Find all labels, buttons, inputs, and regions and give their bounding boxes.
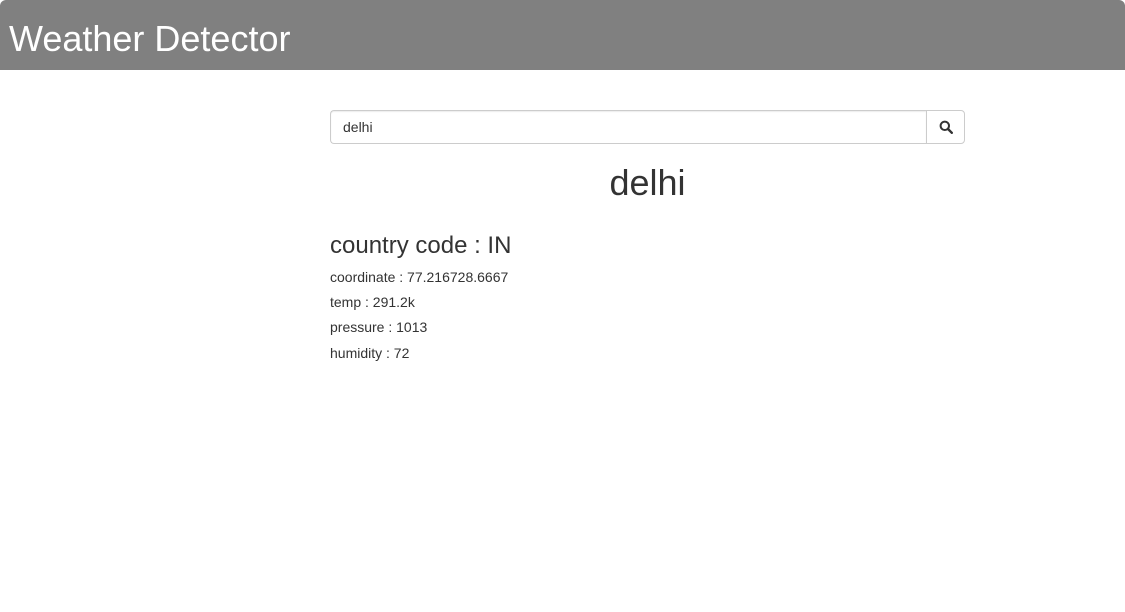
app-title: Weather Detector bbox=[9, 18, 291, 59]
humidity-value: humidity : 72 bbox=[330, 345, 410, 361]
search-icon bbox=[939, 120, 953, 134]
search-bar bbox=[330, 110, 965, 144]
pressure-value: pressure : 1013 bbox=[330, 319, 428, 335]
temp-value: temp : 291.2k bbox=[330, 294, 415, 310]
city-name: delhi bbox=[609, 162, 686, 203]
coordinate-value: coordinate : 77.216728.6667 bbox=[330, 269, 509, 285]
country-code: country code : IN bbox=[330, 232, 512, 259]
search-input[interactable] bbox=[330, 110, 926, 144]
search-button[interactable] bbox=[926, 110, 965, 144]
app-header: Weather Detector bbox=[0, 0, 1125, 70]
